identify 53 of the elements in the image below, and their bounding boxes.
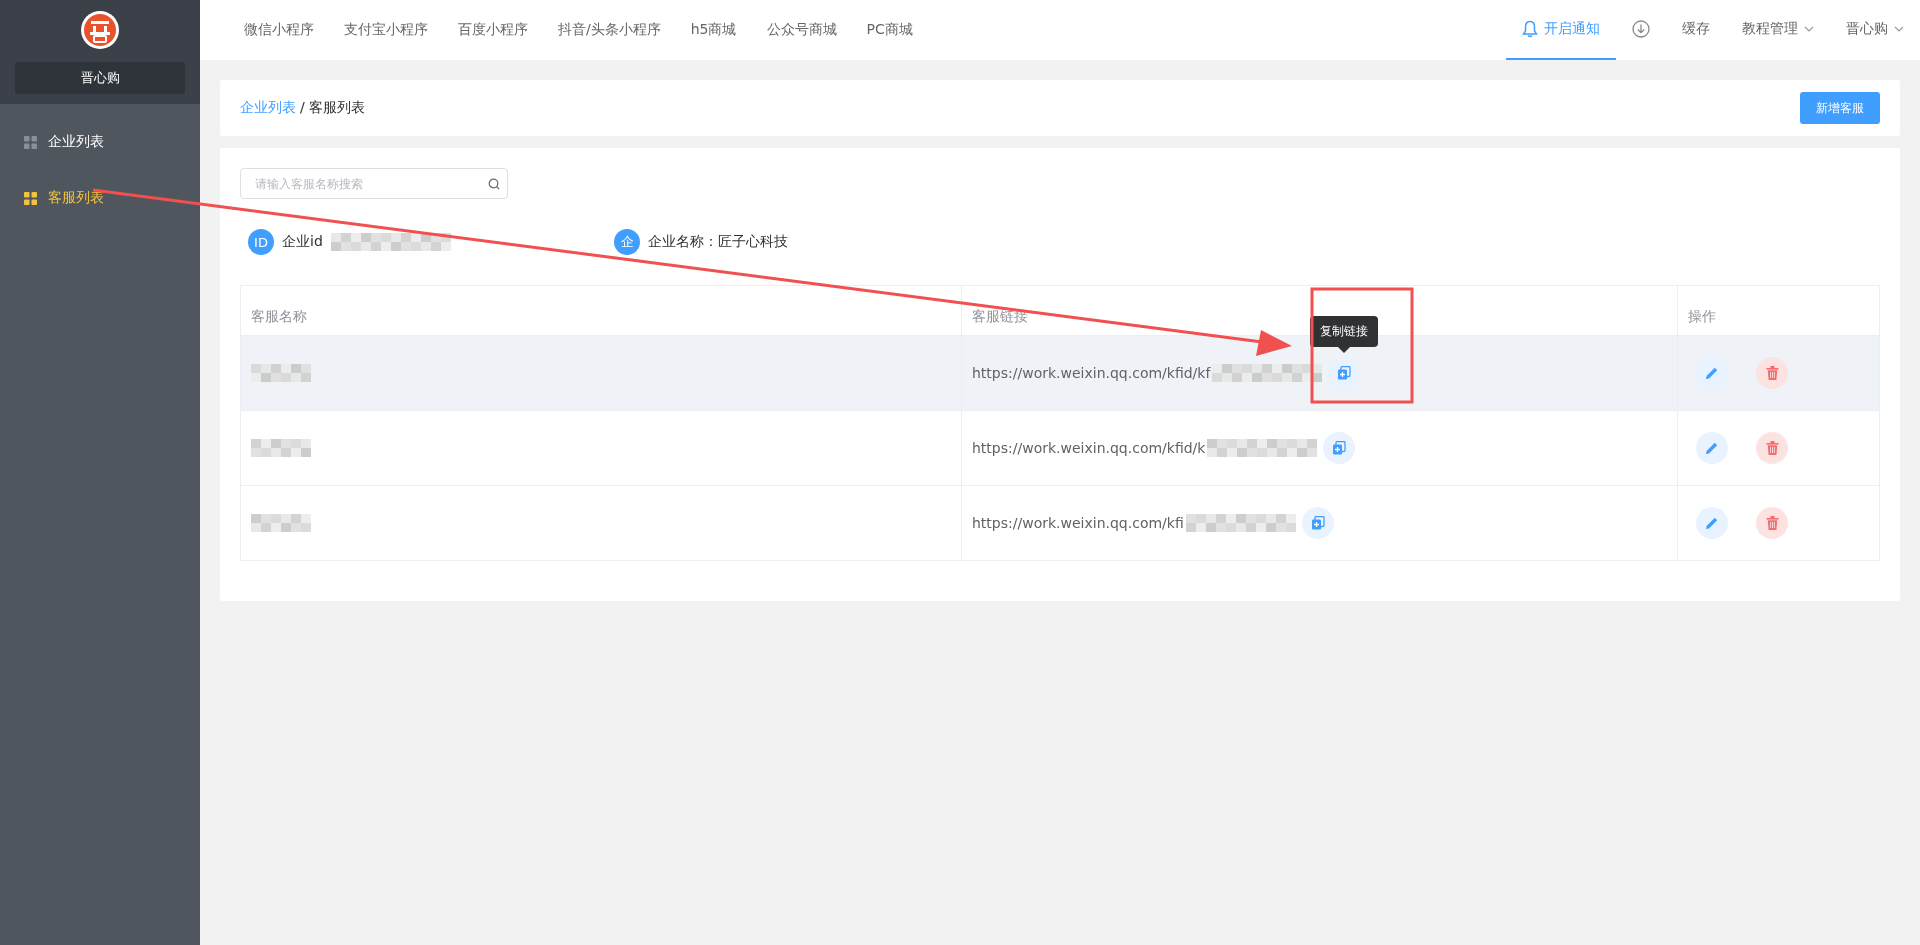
- info-badge: ID: [248, 229, 274, 255]
- nav-link[interactable]: 支付宝小程序: [344, 21, 428, 39]
- link-text: https://work.weixin.qq.com/kfi: [972, 515, 1184, 531]
- copy-button[interactable]: [1328, 357, 1361, 389]
- copy-icon: [1337, 366, 1352, 380]
- caret-icon: [1804, 26, 1814, 32]
- copy-icon: [1310, 516, 1325, 530]
- pencil-icon: [1705, 366, 1719, 380]
- dropdown-menu[interactable]: 晋心购: [1830, 0, 1920, 60]
- cache-link[interactable]: 缓存: [1666, 0, 1726, 60]
- dropdown-menu[interactable]: 教程管理: [1726, 0, 1830, 60]
- grid-icon: [24, 135, 37, 149]
- edit-button[interactable]: [1696, 507, 1728, 539]
- search-field[interactable]: 请输入客服名称搜索: [240, 168, 508, 199]
- pencil-icon: [1705, 516, 1719, 530]
- pixelated-block: [251, 364, 311, 382]
- tooltip: 复制链接: [1310, 316, 1379, 353]
- breadcrumb-current: / 客服列表: [300, 99, 366, 117]
- logo-icon: [80, 10, 120, 50]
- edit-button[interactable]: [1696, 357, 1728, 389]
- trash-icon: [1765, 366, 1779, 380]
- delete-button[interactable]: [1756, 357, 1788, 389]
- trash-icon: [1765, 441, 1779, 455]
- pixelated-block: [251, 514, 311, 532]
- nav-link[interactable]: 公众号商城: [766, 21, 837, 39]
- grid-icon: [24, 191, 37, 205]
- nav-link[interactable]: 抖音/头条小程序: [558, 21, 661, 39]
- download-icon[interactable]: [1632, 20, 1650, 38]
- edit-button[interactable]: [1696, 432, 1728, 464]
- sidebar-item[interactable]: 企业列表: [0, 114, 200, 170]
- delete-button[interactable]: [1756, 507, 1788, 539]
- caret-icon: [1894, 26, 1904, 32]
- pencil-icon: [1705, 441, 1719, 455]
- search-icon: [488, 178, 500, 190]
- sidebar-item[interactable]: 客服列表: [0, 170, 200, 226]
- nav-link[interactable]: 微信小程序: [244, 21, 314, 39]
- nav-link[interactable]: PC商城: [866, 21, 913, 39]
- trash-icon: [1765, 516, 1779, 530]
- copy-button[interactable]: [1323, 432, 1356, 464]
- column-header: 客服名称: [250, 307, 308, 326]
- copy-icon: [1332, 441, 1347, 455]
- nav-link[interactable]: h5商城: [690, 21, 737, 39]
- info-badge: 企: [614, 229, 640, 255]
- info-label: 企业id: [282, 233, 323, 251]
- bell-icon: [1522, 20, 1538, 38]
- link-text: https://work.weixin.qq.com/kfid/kf: [972, 365, 1211, 381]
- delete-button[interactable]: [1756, 432, 1788, 464]
- pixelated-block: [251, 439, 311, 457]
- copy-button[interactable]: [1301, 507, 1334, 539]
- brand-name: 晋心购: [15, 62, 185, 94]
- info-label: 企业名称：匠子心科技: [648, 233, 788, 251]
- link-text: https://work.weixin.qq.com/kfid/k: [972, 440, 1206, 456]
- nav-link[interactable]: 百度小程序: [458, 21, 528, 39]
